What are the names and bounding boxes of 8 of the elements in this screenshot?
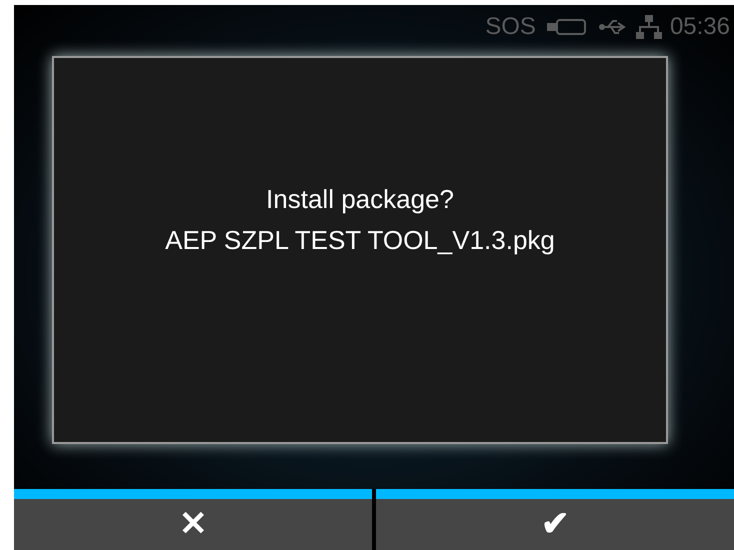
dialog-message: AEP SZPL TEST TOOL_V1.3.pkg bbox=[165, 224, 555, 257]
sos-label: SOS bbox=[485, 12, 536, 42]
network-icon bbox=[636, 14, 662, 40]
cancel-button[interactable]: ✕ bbox=[14, 488, 372, 550]
confirm-button[interactable]: ✔ bbox=[376, 488, 734, 550]
usb-icon bbox=[598, 18, 628, 36]
clock-time: 05:36 bbox=[670, 12, 730, 42]
dialog-message: Install package? bbox=[266, 182, 454, 216]
